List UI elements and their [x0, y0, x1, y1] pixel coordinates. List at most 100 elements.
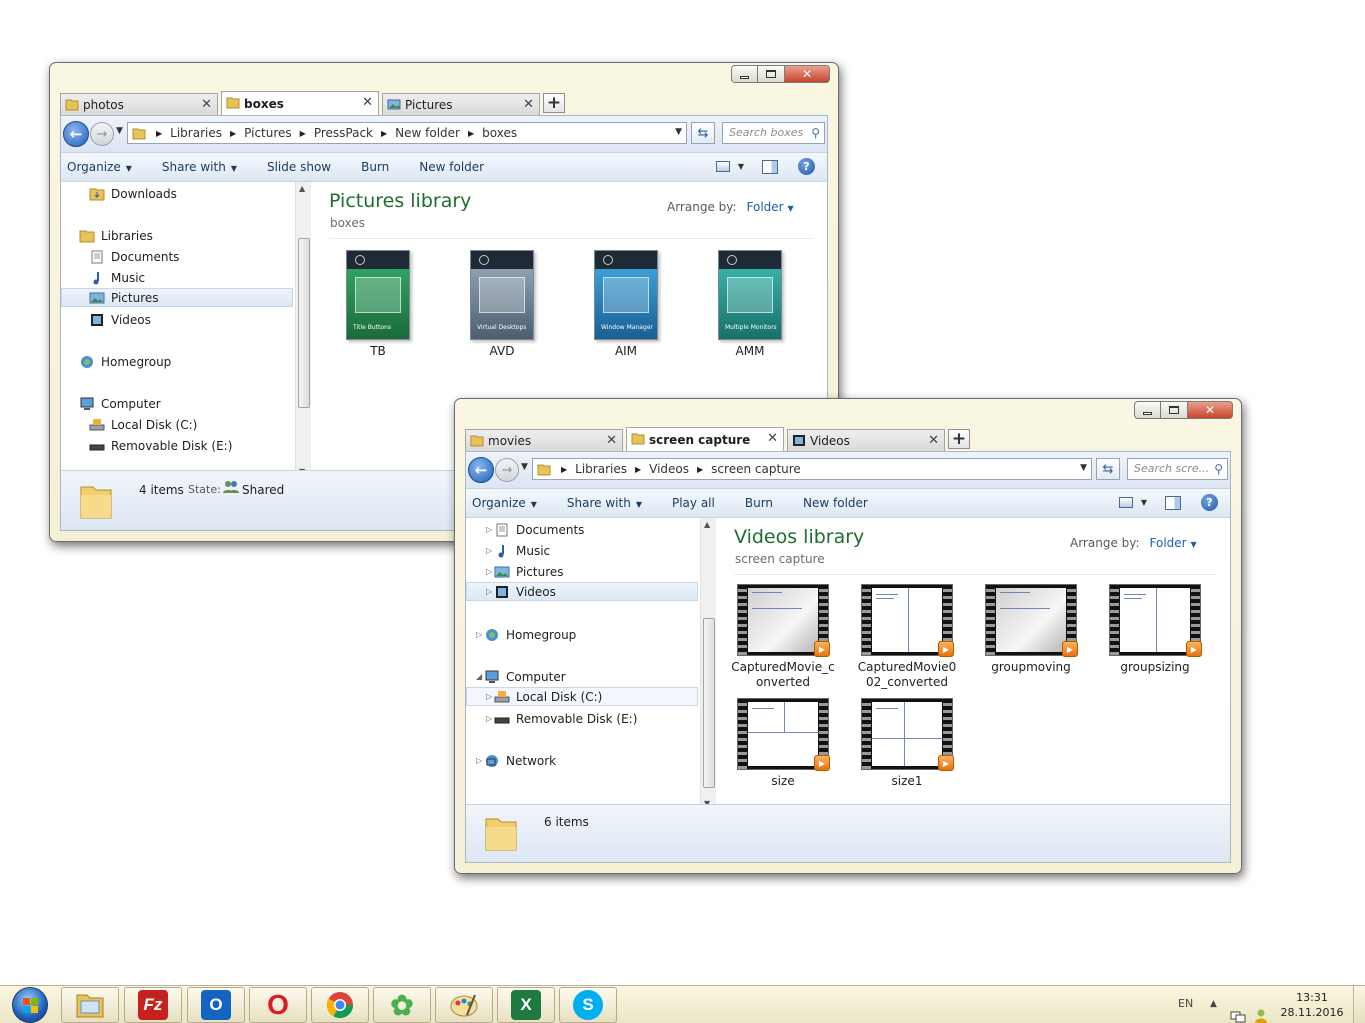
nav-item-pictures[interactable]: Pictures	[494, 562, 564, 581]
taskbar-windows-explorer[interactable]	[61, 987, 119, 1023]
network-status-icon[interactable]	[1230, 998, 1246, 1023]
nav-scrollbar[interactable]: ▲ ▼	[295, 182, 311, 478]
nav-item-homegroup[interactable]: Homegroup	[79, 352, 171, 371]
nav-item-local-disk[interactable]: ▷ Local Disk (C:)	[466, 687, 698, 706]
breadcrumb-new-folder[interactable]: New folder	[395, 126, 460, 140]
taskbar-chrome[interactable]	[311, 987, 369, 1023]
breadcrumb-libraries[interactable]: Libraries	[170, 126, 222, 140]
tab-photos[interactable]: photos ✕	[60, 93, 218, 115]
change-view-icon[interactable]	[1118, 497, 1133, 508]
refresh-button[interactable]: ⇆	[1096, 458, 1120, 480]
nav-item-videos[interactable]: ▷ Videos	[466, 582, 698, 601]
preview-pane-icon[interactable]	[762, 159, 778, 174]
new-folder-button[interactable]: New folder	[803, 496, 868, 510]
tab-close-icon[interactable]: ✕	[928, 433, 939, 448]
show-hidden-icons-button[interactable]: ▲	[1210, 999, 1217, 1023]
organize-button[interactable]: Organize ▼	[67, 160, 132, 174]
breadcrumb-boxes[interactable]: boxes	[482, 126, 517, 140]
organize-button[interactable]: Organize ▼	[472, 496, 537, 510]
breadcrumb-libraries[interactable]: Libraries	[575, 462, 627, 476]
share-with-button[interactable]: Share with ▼	[162, 160, 237, 174]
new-folder-button[interactable]: New folder	[419, 160, 484, 174]
expand-arrow-icon[interactable]: ▷	[486, 546, 492, 555]
view-dropdown-icon[interactable]: ▼	[738, 162, 744, 171]
nav-item-network[interactable]: Network	[484, 751, 556, 770]
share-with-button[interactable]: Share with ▼	[567, 496, 642, 510]
nav-item-homegroup[interactable]: Homegroup	[484, 625, 576, 644]
explorer-window-screen-capture[interactable]: ✕ movies ✕ screen capture ✕ Videos ✕ + ←…	[454, 398, 1242, 874]
tab-screen-capture[interactable]: screen capture ✕	[626, 427, 784, 451]
file-item-size[interactable]: ▶ size	[728, 698, 838, 789]
breadcrumb-videos[interactable]: Videos	[649, 462, 689, 476]
show-desktop-button[interactable]	[1353, 986, 1365, 1023]
expand-arrow-icon[interactable]: ▷	[486, 567, 492, 576]
preview-pane-icon[interactable]	[1165, 495, 1181, 510]
address-dropdown-icon[interactable]: ▼	[675, 127, 682, 137]
expand-arrow-icon[interactable]: ▷	[486, 587, 492, 596]
search-input[interactable]: Search scre... ⚲	[1127, 458, 1228, 480]
tab-movies[interactable]: movies ✕	[465, 429, 623, 451]
tab-close-icon[interactable]: ✕	[201, 97, 212, 112]
expand-arrow-icon[interactable]: ▷	[486, 692, 492, 701]
tab-close-icon[interactable]: ✕	[767, 431, 778, 446]
nav-item-music[interactable]: Music	[89, 268, 145, 287]
arrange-by-dropdown[interactable]: Folder ▼	[747, 200, 794, 214]
nav-item-music[interactable]: Music	[494, 541, 550, 560]
close-button[interactable]: ✕	[785, 65, 830, 83]
file-item-capturedmovie002-converted[interactable]: ▶ CapturedMovie0 02_converted	[852, 584, 962, 690]
taskbar-outlook[interactable]: O	[187, 987, 245, 1023]
nav-item-downloads[interactable]: Downloads	[89, 184, 177, 203]
minimize-button[interactable]	[1134, 401, 1161, 419]
change-view-icon[interactable]	[715, 161, 730, 172]
taskbar-paint[interactable]	[435, 987, 493, 1023]
close-button[interactable]: ✕	[1188, 401, 1233, 419]
burn-button[interactable]: Burn	[745, 496, 773, 510]
new-tab-button[interactable]: +	[543, 93, 565, 113]
file-item-groupsizing[interactable]: ▶ groupsizing	[1100, 584, 1210, 675]
help-icon[interactable]: ?	[1201, 494, 1218, 511]
expand-arrow-icon[interactable]: ▷	[486, 525, 492, 534]
breadcrumb-presspack[interactable]: PressPack	[314, 126, 373, 140]
back-button[interactable]: ←	[63, 121, 89, 147]
nav-item-removable-disk[interactable]: Removable Disk (E:)	[494, 709, 637, 728]
tab-boxes[interactable]: boxes ✕	[221, 91, 379, 115]
expand-arrow-icon[interactable]: ▷	[476, 756, 482, 765]
refresh-button[interactable]: ⇆	[691, 122, 715, 144]
arrange-by-dropdown[interactable]: Folder ▼	[1150, 536, 1197, 550]
breadcrumb[interactable]: ▶ Libraries ▶ Pictures ▶ PressPack ▶ New…	[127, 122, 687, 144]
nav-item-computer[interactable]: Computer	[79, 394, 161, 413]
file-item-tb[interactable]: Title Buttons TB	[323, 250, 433, 359]
file-item-capturedmovie-c-onverted[interactable]: ▶ CapturedMovie_c onverted	[728, 584, 838, 690]
recent-pages-dropdown[interactable]: ▼	[116, 126, 123, 136]
collapse-arrow-icon[interactable]: ◢	[476, 672, 482, 681]
language-indicator[interactable]: EN	[1178, 997, 1193, 1023]
breadcrumb[interactable]: ▶ Libraries ▶ Videos ▶ screen capture ▼	[532, 458, 1092, 480]
taskbar-skype[interactable]: S	[559, 987, 617, 1023]
file-item-avd[interactable]: Virtual Desktops AVD	[447, 250, 557, 359]
help-icon[interactable]: ?	[798, 158, 815, 175]
taskbar-opera[interactable]: O	[249, 987, 307, 1023]
minimize-button[interactable]	[731, 65, 758, 83]
recent-pages-dropdown[interactable]: ▼	[521, 462, 528, 472]
nav-item-libraries[interactable]: Libraries	[79, 226, 153, 245]
taskbar-excel[interactable]: X	[497, 987, 555, 1023]
maximize-button[interactable]	[1161, 401, 1188, 419]
expand-arrow-icon[interactable]: ▷	[476, 630, 482, 639]
scroll-up-icon[interactable]: ▲	[299, 184, 305, 193]
nav-scrollbar[interactable]: ▲ ▼	[700, 518, 716, 810]
nav-item-local-disk[interactable]: Local Disk (C:)	[89, 415, 197, 434]
expand-arrow-icon[interactable]: ▷	[486, 714, 492, 723]
tab-close-icon[interactable]: ✕	[606, 433, 617, 448]
back-button[interactable]: ←	[468, 457, 494, 483]
scroll-thumb[interactable]	[298, 238, 310, 408]
breadcrumb-pictures[interactable]: Pictures	[244, 126, 292, 140]
system-clock[interactable]: 13:31 28.11.2016	[1272, 990, 1352, 1020]
scroll-up-icon[interactable]: ▲	[704, 520, 710, 529]
forward-button[interactable]: →	[90, 122, 114, 146]
view-dropdown-icon[interactable]: ▼	[1141, 498, 1147, 507]
forward-button[interactable]: →	[495, 458, 519, 482]
nav-item-computer[interactable]: Computer	[484, 667, 566, 686]
breadcrumb-screen-capture[interactable]: screen capture	[711, 462, 801, 476]
taskbar-filezilla[interactable]: Fz	[124, 987, 182, 1023]
tab-videos[interactable]: Videos ✕	[787, 429, 945, 451]
